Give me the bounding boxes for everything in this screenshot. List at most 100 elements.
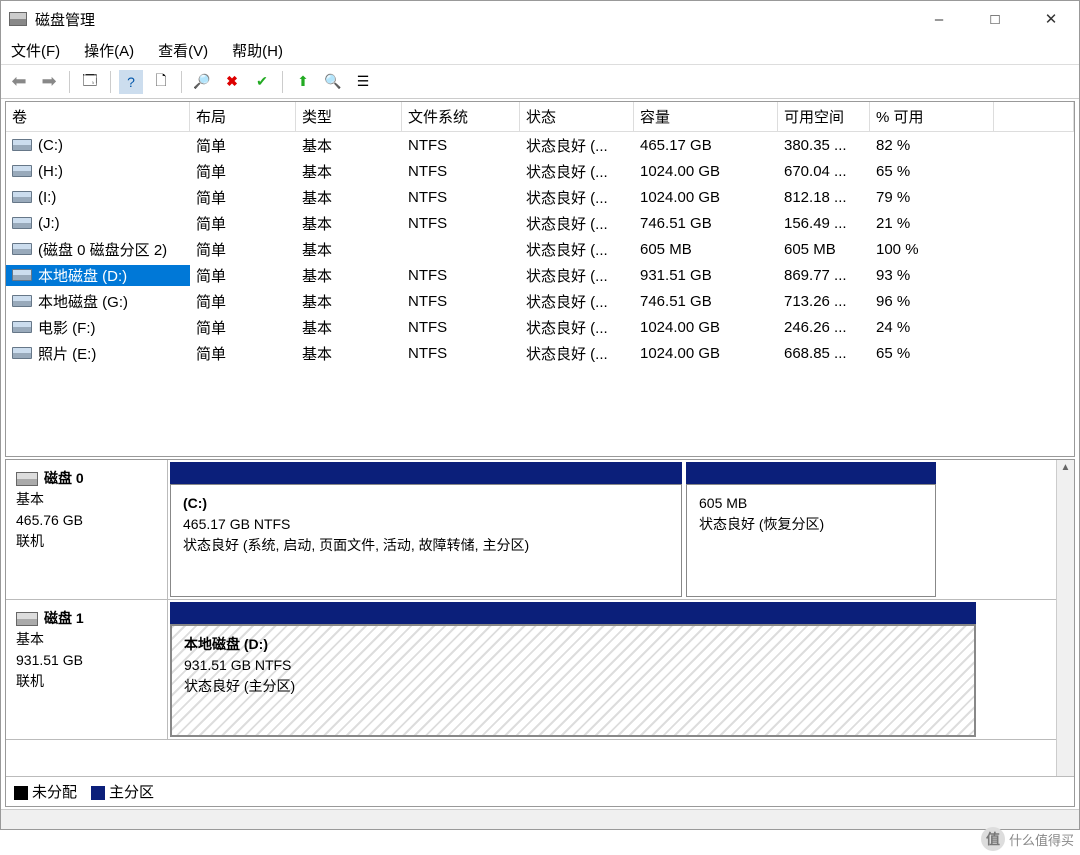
menu-view[interactable]: 查看(V) — [154, 38, 212, 63]
partition[interactable]: 605 MB状态良好 (恢复分区) — [686, 462, 936, 597]
volume-fs: NTFS — [402, 319, 520, 336]
col-status[interactable]: 状态 — [520, 102, 634, 131]
volume-pct: 65 % — [870, 163, 994, 180]
volume-row[interactable]: 电影 (F:)简单基本NTFS状态良好 (...1024.00 GB246.26… — [6, 314, 1074, 340]
partition[interactable]: (C:)465.17 GB NTFS状态良好 (系统, 启动, 页面文件, 活动… — [170, 462, 682, 597]
disk-icon — [12, 217, 32, 229]
volume-row[interactable]: (H:)简单基本NTFS状态良好 (...1024.00 GB670.04 ..… — [6, 158, 1074, 184]
partition-box[interactable]: (C:)465.17 GB NTFS状态良好 (系统, 启动, 页面文件, 活动… — [170, 484, 682, 597]
toolbar-separator — [181, 71, 182, 93]
col-fs[interactable]: 文件系统 — [402, 102, 520, 131]
col-volume[interactable]: 卷 — [6, 102, 190, 131]
volume-layout: 简单 — [190, 317, 296, 338]
col-free[interactable]: 可用空间 — [778, 102, 870, 131]
partition-size: 931.51 GB NTFS — [184, 655, 962, 676]
disk-name: 磁盘 0 — [44, 468, 84, 489]
volume-pct: 82 % — [870, 137, 994, 154]
volume-layout: 简单 — [190, 187, 296, 208]
disk-size: 931.51 GB — [16, 650, 157, 671]
maximize-button[interactable]: □ — [967, 1, 1023, 37]
col-pct[interactable]: % 可用 — [870, 102, 994, 131]
volume-status: 状态良好 (... — [520, 239, 634, 260]
volume-layout: 简单 — [190, 265, 296, 286]
minimize-button[interactable]: – — [911, 1, 967, 37]
volume-row[interactable]: 照片 (E:)简单基本NTFS状态良好 (...1024.00 GB668.85… — [6, 340, 1074, 366]
menu-file[interactable]: 文件(F) — [7, 38, 64, 63]
disk-row: 磁盘 0基本465.76 GB联机(C:)465.17 GB NTFS状态良好 … — [6, 460, 1056, 600]
help-icon[interactable]: ? — [119, 70, 143, 94]
disk-icon — [12, 165, 32, 177]
titlebar: 磁盘管理 – □ ✕ — [1, 1, 1079, 37]
disk-icon — [12, 269, 32, 281]
up-icon[interactable]: ⬆ — [291, 70, 315, 94]
volume-status: 状态良好 (... — [520, 187, 634, 208]
volume-row[interactable]: 本地磁盘 (D:)简单基本NTFS状态良好 (...931.51 GB869.7… — [6, 262, 1074, 288]
volume-type: 基本 — [296, 317, 402, 338]
volume-pct: 65 % — [870, 345, 994, 362]
volume-capacity: 746.51 GB — [634, 293, 778, 310]
volume-capacity: 1024.00 GB — [634, 345, 778, 362]
disk-name: 磁盘 1 — [44, 608, 84, 629]
partition-box[interactable]: 605 MB状态良好 (恢复分区) — [686, 484, 936, 597]
volume-free: 812.18 ... — [778, 189, 870, 206]
window-controls: – □ ✕ — [911, 1, 1079, 37]
disk-icon — [16, 612, 38, 626]
volume-layout: 简单 — [190, 343, 296, 364]
volume-row[interactable]: (I:)简单基本NTFS状态良好 (...1024.00 GB812.18 ..… — [6, 184, 1074, 210]
refresh-icon[interactable]: 🔎 — [190, 70, 214, 94]
disk-label[interactable]: 磁盘 0基本465.76 GB联机 — [6, 460, 168, 599]
menu-help[interactable]: 帮助(H) — [228, 38, 287, 63]
volume-status: 状态良好 (... — [520, 265, 634, 286]
window-title: 磁盘管理 — [35, 9, 911, 30]
volume-fs: NTFS — [402, 293, 520, 310]
app-icon — [9, 12, 27, 26]
delete-icon[interactable]: ✖ — [220, 70, 244, 94]
disk-label[interactable]: 磁盘 1基本931.51 GB联机 — [6, 600, 168, 739]
col-type[interactable]: 类型 — [296, 102, 402, 131]
partition-box[interactable]: 本地磁盘 (D:)931.51 GB NTFS状态良好 (主分区) — [170, 624, 976, 737]
disk-graphic-scroll[interactable]: 磁盘 0基本465.76 GB联机(C:)465.17 GB NTFS状态良好 … — [6, 460, 1074, 776]
forward-button[interactable]: ➡ — [37, 70, 61, 94]
toolbar-separator — [110, 71, 111, 93]
volume-row[interactable]: (C:)简单基本NTFS状态良好 (...465.17 GB380.35 ...… — [6, 132, 1074, 158]
volume-name: 本地磁盘 (G:) — [38, 291, 128, 312]
volume-pct: 79 % — [870, 189, 994, 206]
partition-header — [170, 602, 976, 624]
volume-layout: 简单 — [190, 213, 296, 234]
toolbar: ⬅ ➡ 🗔 ? 🗋 🔎 ✖ ✔ ⬆ 🔍 ☰ — [1, 65, 1079, 99]
disk-icon — [12, 191, 32, 203]
partition[interactable]: 本地磁盘 (D:)931.51 GB NTFS状态良好 (主分区) — [170, 602, 976, 737]
volume-fs: NTFS — [402, 189, 520, 206]
menu-action[interactable]: 操作(A) — [80, 38, 138, 63]
disk-partitions: 本地磁盘 (D:)931.51 GB NTFS状态良好 (主分区) — [168, 600, 1056, 739]
find-icon[interactable]: 🔍 — [321, 70, 345, 94]
volume-list-body[interactable]: (C:)简单基本NTFS状态良好 (...465.17 GB380.35 ...… — [6, 132, 1074, 456]
volume-pct: 100 % — [870, 241, 994, 258]
list-icon[interactable]: ☰ — [351, 70, 375, 94]
watermark-badge-icon: 值 — [981, 827, 1005, 851]
volume-row[interactable]: (J:)简单基本NTFS状态良好 (...746.51 GB156.49 ...… — [6, 210, 1074, 236]
volume-fs: NTFS — [402, 345, 520, 362]
volume-type: 基本 — [296, 343, 402, 364]
watermark: 值 什么值得买 — [981, 827, 1074, 851]
col-layout[interactable]: 布局 — [190, 102, 296, 131]
properties-icon[interactable]: 🗋 — [149, 70, 173, 94]
col-capacity[interactable]: 容量 — [634, 102, 778, 131]
back-button[interactable]: ⬅ — [7, 70, 31, 94]
volume-pct: 93 % — [870, 267, 994, 284]
disk-icon — [12, 139, 32, 151]
volume-status: 状态良好 (... — [520, 135, 634, 156]
volume-name: (C:) — [38, 137, 63, 154]
volume-free: 869.77 ... — [778, 267, 870, 284]
volume-name: (H:) — [38, 163, 63, 180]
volume-row[interactable]: 本地磁盘 (G:)简单基本NTFS状态良好 (...746.51 GB713.2… — [6, 288, 1074, 314]
close-button[interactable]: ✕ — [1023, 1, 1079, 37]
show-hide-console-icon[interactable]: 🗔 — [78, 70, 102, 94]
volume-row[interactable]: (磁盘 0 磁盘分区 2)简单基本状态良好 (...605 MB605 MB10… — [6, 236, 1074, 262]
volume-type: 基本 — [296, 187, 402, 208]
scroll-up-icon[interactable]: ▲ — [1061, 460, 1071, 475]
volume-free: 380.35 ... — [778, 137, 870, 154]
check-icon[interactable]: ✔ — [250, 70, 274, 94]
legend-bar: 未分配 主分区 — [6, 776, 1074, 806]
vertical-scrollbar[interactable]: ▲ ▼ — [1056, 460, 1074, 806]
